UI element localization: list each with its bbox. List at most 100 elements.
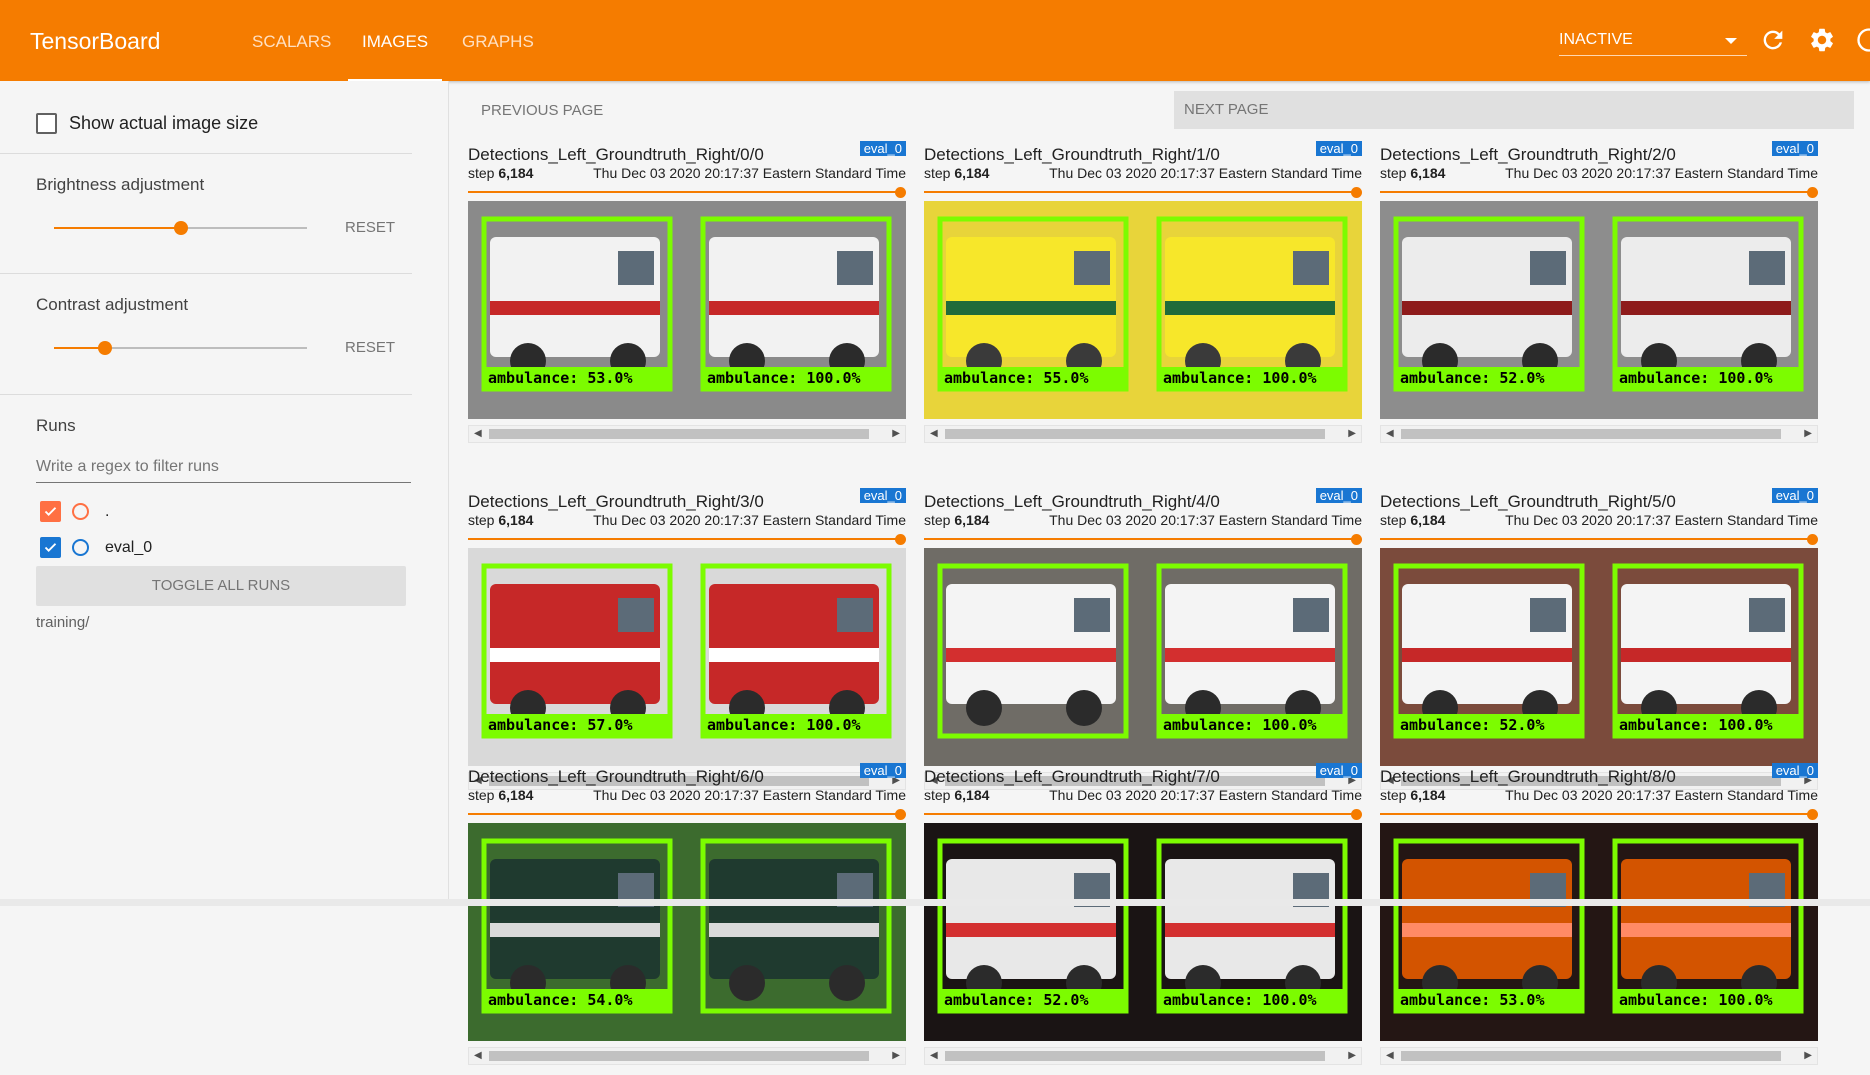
tab-scalars[interactable]: SCALARS <box>238 0 345 81</box>
image-card-title: Detections_Left_Groundtruth_Right/3/0 <box>468 492 764 512</box>
image-scrollbar[interactable]: ◀ ▶ <box>924 1047 1362 1065</box>
image-scrollbar[interactable]: ◀ ▶ <box>1380 1047 1818 1065</box>
slider-thumb[interactable] <box>98 341 112 355</box>
image-card: Detections_Left_Groundtruth_Right/2/0 ev… <box>1380 143 1818 453</box>
scroll-thumb[interactable] <box>1401 1051 1781 1061</box>
toggle-all-runs-button[interactable]: TOGGLE ALL RUNS <box>36 566 406 606</box>
step-word: step <box>1380 787 1406 803</box>
slider-thumb[interactable] <box>1351 534 1362 545</box>
image-scrollbar[interactable]: ◀ ▶ <box>468 425 906 443</box>
scroll-right-icon[interactable]: ▶ <box>1804 429 1812 439</box>
step-slider[interactable] <box>924 188 1362 198</box>
scroll-left-icon[interactable]: ◀ <box>474 429 482 439</box>
scroll-thumb[interactable] <box>945 1051 1325 1061</box>
scroll-left-icon[interactable]: ◀ <box>930 1051 938 1061</box>
run-checkbox[interactable] <box>40 537 61 558</box>
slider-thumb[interactable] <box>1807 534 1818 545</box>
run-filter-input[interactable] <box>36 451 411 483</box>
image-container: ambulance: 52.0%ambulance: 100.0% <box>1380 548 1818 766</box>
vehicle-wheel <box>729 965 765 1001</box>
page-horizontal-scrollbar[interactable] <box>0 899 1870 906</box>
scroll-thumb[interactable] <box>489 429 869 439</box>
scroll-left-icon[interactable]: ◀ <box>474 1051 482 1061</box>
step-slider[interactable] <box>1380 188 1818 198</box>
run-tag-badge: eval_0 <box>1316 488 1362 503</box>
vehicle-stripe <box>490 648 660 662</box>
scroll-thumb[interactable] <box>1401 429 1781 439</box>
slider-thumb[interactable] <box>895 809 906 820</box>
vehicle-window <box>1293 598 1329 632</box>
vehicle-window <box>837 251 873 285</box>
step-slider[interactable] <box>1380 535 1818 545</box>
run-color-circle[interactable] <box>72 503 89 520</box>
run-color-circle[interactable] <box>72 539 89 556</box>
brightness-slider[interactable] <box>54 218 307 238</box>
scroll-right-icon[interactable]: ▶ <box>1348 1051 1356 1061</box>
vehicle-window <box>1293 251 1329 285</box>
plugin-status-select[interactable]: INACTIVE <box>1559 26 1747 56</box>
show-actual-size-checkbox[interactable] <box>36 113 57 134</box>
tab-graphs[interactable]: GRAPHS <box>448 0 548 81</box>
scroll-left-icon[interactable]: ◀ <box>930 429 938 439</box>
detection-label: ambulance: 100.0% <box>1619 369 1773 387</box>
slider-thumb[interactable] <box>895 187 906 198</box>
scroll-thumb[interactable] <box>945 429 1325 439</box>
step-word: step <box>924 165 950 181</box>
contrast-reset-button[interactable]: RESET <box>345 339 395 356</box>
slider-thumb[interactable] <box>174 221 188 235</box>
previous-page-button[interactable]: PREVIOUS PAGE <box>471 93 613 129</box>
settings-gear-icon[interactable] <box>1808 26 1836 54</box>
run-row-eval-0[interactable]: eval_0 <box>40 537 152 558</box>
image-scrollbar[interactable]: ◀ ▶ <box>468 1047 906 1065</box>
groundtruth-half <box>687 823 906 1041</box>
scroll-right-icon[interactable]: ▶ <box>892 429 900 439</box>
show-actual-size-toggle[interactable]: Show actual image size <box>36 113 258 134</box>
vehicle-stripe <box>1402 923 1572 937</box>
slider-thumb[interactable] <box>895 534 906 545</box>
run-row-dot[interactable]: . <box>40 501 109 522</box>
step-slider[interactable] <box>468 810 906 820</box>
help-icon[interactable] <box>1855 26 1870 54</box>
slider-thumb[interactable] <box>1351 187 1362 198</box>
image-card-title: Detections_Left_Groundtruth_Right/8/0 <box>1380 767 1676 787</box>
brightness-reset-button[interactable]: RESET <box>345 219 395 236</box>
scroll-left-icon[interactable]: ◀ <box>1386 1051 1394 1061</box>
slider-thumb[interactable] <box>1807 809 1818 820</box>
image-scrollbar[interactable]: ◀ ▶ <box>1380 425 1818 443</box>
slider-fill <box>54 227 181 229</box>
scroll-right-icon[interactable]: ▶ <box>1804 1051 1812 1061</box>
scroll-right-icon[interactable]: ▶ <box>892 1051 900 1061</box>
slider-thumb[interactable] <box>1351 809 1362 820</box>
detection-label: ambulance: 55.0% <box>944 369 1089 387</box>
groundtruth-half: ambulance: 100.0% <box>1143 201 1362 419</box>
step-slider[interactable] <box>468 535 906 545</box>
step-label: step 6,184 <box>468 787 533 803</box>
step-value: 6,184 <box>498 512 533 528</box>
scroll-left-icon[interactable]: ◀ <box>1386 429 1394 439</box>
contrast-slider[interactable] <box>54 338 307 358</box>
next-page-button[interactable]: NEXT PAGE <box>1174 91 1854 129</box>
detection-label: ambulance: 100.0% <box>1163 991 1317 1009</box>
step-slider[interactable] <box>924 810 1362 820</box>
refresh-icon[interactable] <box>1759 26 1787 54</box>
timestamp: Thu Dec 03 2020 20:17:37 Eastern Standar… <box>593 512 906 528</box>
image-scrollbar[interactable]: ◀ ▶ <box>924 425 1362 443</box>
step-slider[interactable] <box>924 535 1362 545</box>
vehicle-window <box>1074 598 1110 632</box>
step-slider[interactable] <box>468 188 906 198</box>
step-value: 6,184 <box>954 787 989 803</box>
scroll-right-icon[interactable]: ▶ <box>1348 429 1356 439</box>
image-card: Detections_Left_Groundtruth_Right/0/0 ev… <box>468 143 906 453</box>
run-checkbox[interactable] <box>40 501 61 522</box>
detection-label: ambulance: 54.0% <box>488 991 633 1009</box>
detection-label: ambulance: 100.0% <box>1163 369 1317 387</box>
slider-thumb[interactable] <box>1807 187 1818 198</box>
slider-track <box>468 191 900 193</box>
slider-track <box>924 191 1356 193</box>
tab-images[interactable]: IMAGES <box>348 0 442 81</box>
detection-label: ambulance: 53.0% <box>488 369 633 387</box>
scroll-thumb[interactable] <box>489 1051 869 1061</box>
image-card: Detections_Left_Groundtruth_Right/8/0 ev… <box>1380 765 1818 1075</box>
groundtruth-half: ambulance: 100.0% <box>1143 823 1362 1041</box>
step-slider[interactable] <box>1380 810 1818 820</box>
